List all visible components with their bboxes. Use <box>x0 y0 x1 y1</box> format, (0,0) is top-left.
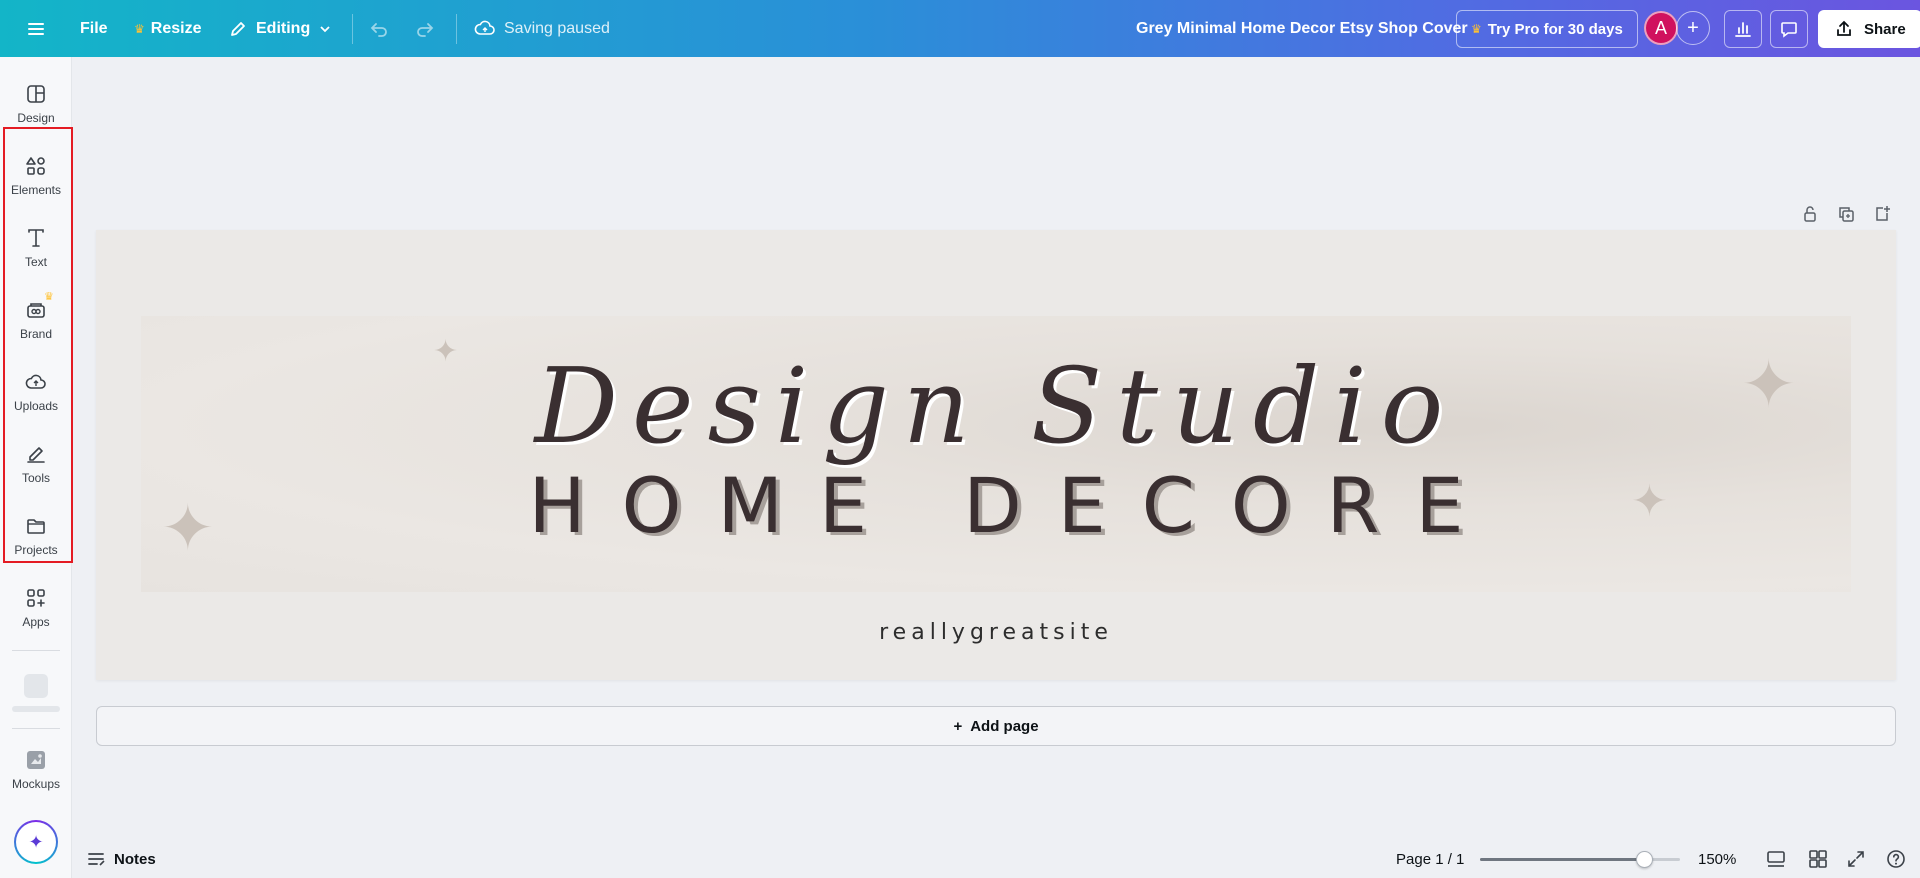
add-collaborator-button[interactable]: + <box>1676 11 1710 45</box>
zoom-slider-thumb[interactable] <box>1636 851 1653 868</box>
left-sidebar: Design Elements Text Brand ♛ Uploads Too… <box>0 57 73 878</box>
crown-icon: ♛ <box>44 291 54 303</box>
document-title[interactable]: Grey Minimal Home Decor Etsy Shop Cover <box>1136 0 1468 57</box>
file-menu-button[interactable]: File <box>80 0 108 57</box>
grid-view-button[interactable] <box>1806 847 1830 871</box>
help-button[interactable] <box>1884 847 1908 871</box>
plus-icon: + <box>1687 16 1699 39</box>
toolbar-divider <box>352 14 353 44</box>
cloud-icon <box>474 20 495 35</box>
sidebar-placeholder <box>24 674 48 698</box>
editing-mode-button[interactable]: Editing <box>228 0 332 57</box>
add-page-icon-button[interactable] <box>1870 202 1894 226</box>
avatar[interactable]: A <box>1644 11 1678 45</box>
apps-icon <box>27 589 45 607</box>
help-icon <box>1887 850 1905 868</box>
zoom-slider-fill <box>1480 858 1644 861</box>
chevron-down-icon <box>320 25 330 32</box>
page-view-button[interactable] <box>1764 847 1788 871</box>
sidebar-divider <box>12 650 60 651</box>
lock-icon <box>1804 206 1816 222</box>
undo-icon <box>370 22 387 37</box>
sidebar-divider <box>12 728 60 729</box>
comment-icon <box>1781 22 1797 38</box>
grid-icon <box>1809 850 1827 868</box>
website-text[interactable]: reallygreatsite <box>96 620 1896 645</box>
elements-icon <box>26 157 45 175</box>
insights-button[interactable] <box>1724 10 1762 48</box>
add-page-icon <box>1876 206 1890 221</box>
crown-icon: ♛ <box>134 21 145 36</box>
save-status[interactable]: Saving paused <box>474 0 610 57</box>
top-toolbar: File ♛ Resize Editing Saving paused Grey… <box>0 0 1920 57</box>
comments-button[interactable] <box>1770 10 1808 48</box>
plus-icon: + <box>953 717 963 735</box>
sidebar-item-text[interactable]: Text <box>0 214 72 282</box>
redo-button[interactable] <box>414 0 436 57</box>
bar-chart-icon <box>1735 22 1751 37</box>
mockups-icon <box>27 751 45 769</box>
banner-background[interactable]: ✦ ✦ ✦ ✦ Design Studio HOME DECORE <box>141 316 1851 592</box>
sidebar-item-elements[interactable]: Elements <box>0 142 72 210</box>
sparkle-icon: ✦ <box>28 831 44 852</box>
notes-button[interactable]: Notes <box>86 849 156 869</box>
design-icon <box>27 85 45 103</box>
duplicate-icon <box>1839 207 1854 222</box>
main-menu-button[interactable] <box>22 0 50 57</box>
page-indicator[interactable]: Page 1 / 1 <box>1396 851 1464 868</box>
share-button[interactable]: Share <box>1818 10 1920 48</box>
tools-icon <box>27 447 45 463</box>
pages-view-icon <box>1767 851 1785 867</box>
sidebar-item-design[interactable]: Design <box>0 70 72 138</box>
sidebar-placeholder-label <box>12 706 60 712</box>
sidebar-item-projects[interactable]: Projects <box>0 502 72 570</box>
sidebar-item-mockups[interactable]: Mockups <box>0 736 72 804</box>
notes-icon <box>88 853 105 866</box>
try-pro-button[interactable]: ♛ Try Pro for 30 days <box>1456 10 1638 48</box>
crown-icon: ♛ <box>1471 22 1482 36</box>
expand-icon <box>1848 851 1864 867</box>
design-page[interactable]: ✦ ✦ ✦ ✦ Design Studio HOME DECORE really… <box>96 230 1896 680</box>
magic-assistant-button[interactable]: ✦ <box>14 820 58 864</box>
text-icon <box>28 229 44 247</box>
zoom-level[interactable]: 150% <box>1698 851 1736 868</box>
zoom-slider[interactable] <box>1480 851 1680 868</box>
resize-button[interactable]: ♛ Resize <box>134 0 201 57</box>
uploads-icon <box>25 374 46 389</box>
toolbar-divider <box>456 14 457 44</box>
add-page-button[interactable]: + Add page <box>96 706 1896 746</box>
subtitle-text[interactable]: HOME DECORE <box>141 456 1851 556</box>
sidebar-item-tools[interactable]: Tools <box>0 430 72 498</box>
projects-icon <box>27 519 45 534</box>
lock-page-button[interactable] <box>1798 202 1822 226</box>
sidebar-item-apps[interactable]: Apps <box>0 574 72 642</box>
duplicate-page-button[interactable] <box>1834 202 1858 226</box>
pencil-icon <box>231 21 245 36</box>
bottom-toolbar: Notes Page 1 / 1 150% <box>72 840 1920 878</box>
sidebar-item-uploads[interactable]: Uploads <box>0 358 72 426</box>
redo-icon <box>417 22 434 37</box>
share-icon <box>1837 20 1851 36</box>
undo-button[interactable] <box>368 0 390 57</box>
fullscreen-button[interactable] <box>1844 847 1868 871</box>
sidebar-item-brand[interactable]: Brand <box>0 286 72 354</box>
hamburger-icon <box>28 22 44 35</box>
